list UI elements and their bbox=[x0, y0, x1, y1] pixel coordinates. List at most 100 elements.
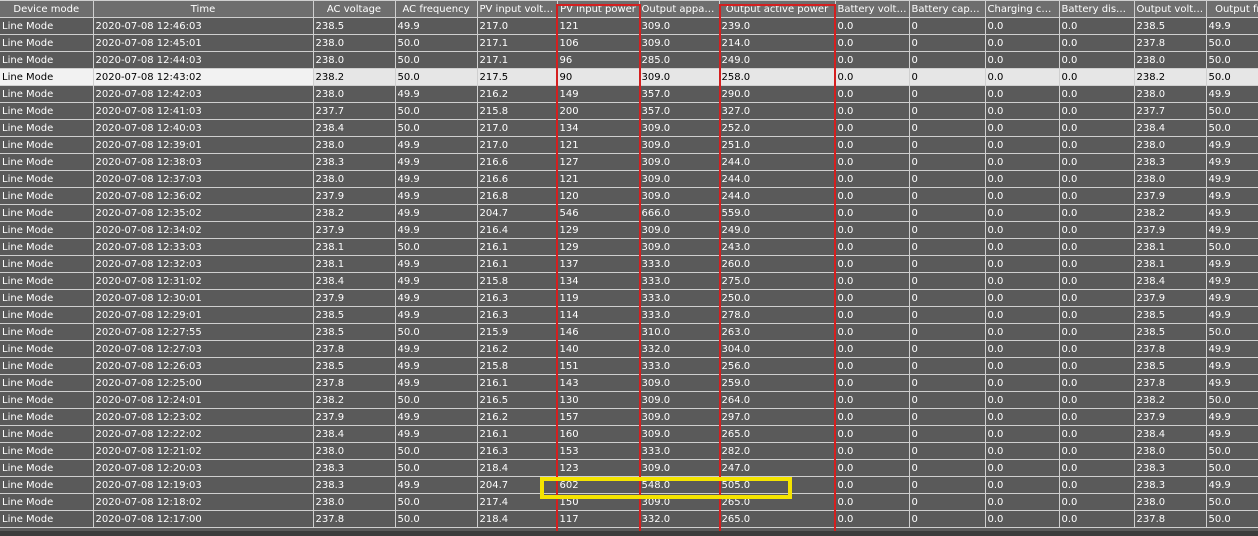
table-cell: 157 bbox=[557, 408, 640, 426]
table-row[interactable]: Line Mode 2020-07-08 12:27:03 237.8 49.9 216… bbox=[0, 340, 1258, 358]
table-row[interactable]: Line Mode 2020-07-08 12:19:03 238.3 49.9 204… bbox=[0, 476, 1258, 494]
table-row[interactable]: Line Mode 2020-07-08 12:27:55 238.5 50.0 215… bbox=[0, 323, 1258, 341]
table-cell: 49.9 bbox=[1206, 306, 1258, 324]
table-cell: 50.0 bbox=[395, 119, 478, 137]
table-row[interactable]: Line Mode 2020-07-08 12:29:01 238.5 49.9 216… bbox=[0, 306, 1258, 324]
table-row[interactable]: Line Mode 2020-07-08 12:18:02 238.0 50.0 217… bbox=[0, 493, 1258, 511]
table-cell: 214.0 bbox=[719, 34, 836, 52]
table-cell: 121 bbox=[557, 17, 640, 35]
column-header[interactable]: Output apparen... bbox=[639, 0, 720, 18]
table-cell: Line Mode bbox=[0, 391, 94, 409]
table-cell: Line Mode bbox=[0, 493, 94, 511]
table-cell: 0.0 bbox=[985, 340, 1060, 358]
column-header[interactable]: Device mode bbox=[0, 0, 94, 18]
table-cell: 2020-07-08 12:45:01 bbox=[93, 34, 314, 52]
table-cell: Line Mode bbox=[0, 476, 94, 494]
column-header[interactable]: Charging curr... bbox=[985, 0, 1060, 18]
table-cell: 332.0 bbox=[639, 510, 720, 528]
table-cell: 238.3 bbox=[1134, 153, 1207, 171]
table-row[interactable]: Line Mode 2020-07-08 12:41:03 237.7 50.0 215… bbox=[0, 102, 1258, 120]
table-row[interactable]: Line Mode 2020-07-08 12:32:03 238.1 49.9 216… bbox=[0, 255, 1258, 273]
column-header[interactable]: AC voltage bbox=[313, 0, 396, 18]
table-row[interactable]: Line Mode 2020-07-08 12:26:03 238.5 49.9 215… bbox=[0, 357, 1258, 375]
table-row[interactable]: Line Mode 2020-07-08 12:36:02 237.9 49.9 216… bbox=[0, 187, 1258, 205]
table-row[interactable]: Line Mode 2020-07-08 12:40:03 238.4 50.0 217… bbox=[0, 119, 1258, 137]
table-cell: 50.0 bbox=[395, 68, 478, 86]
table-cell: 49.9 bbox=[1206, 289, 1258, 307]
table-cell: 0.0 bbox=[835, 272, 910, 290]
table-cell: 49.9 bbox=[1206, 204, 1258, 222]
table-row[interactable]: Line Mode 2020-07-08 12:46:03 238.5 49.9 217… bbox=[0, 17, 1258, 35]
table-cell: 0.0 bbox=[835, 476, 910, 494]
table-cell: 0.0 bbox=[835, 323, 910, 341]
table-cell: 49.9 bbox=[395, 374, 478, 392]
table-cell: 0.0 bbox=[1059, 102, 1135, 120]
table-cell: 0 bbox=[909, 68, 986, 86]
table-cell: 204.7 bbox=[477, 204, 558, 222]
table-row[interactable]: Line Mode 2020-07-08 12:22:02 238.4 49.9 216… bbox=[0, 425, 1258, 443]
table-row[interactable]: Line Mode 2020-07-08 12:21:02 238.0 50.0 216… bbox=[0, 442, 1258, 460]
table-cell: 0.0 bbox=[835, 408, 910, 426]
table-cell: 238.5 bbox=[313, 306, 396, 324]
table-cell: 50.0 bbox=[1206, 51, 1258, 69]
column-header[interactable]: Battery discha... bbox=[1059, 0, 1135, 18]
table-row[interactable]: Line Mode 2020-07-08 12:37:03 238.0 49.9 216… bbox=[0, 170, 1258, 188]
table-cell: 143 bbox=[557, 374, 640, 392]
column-header[interactable]: Output active power bbox=[719, 0, 836, 18]
table-cell: 0.0 bbox=[1059, 136, 1135, 154]
table-cell: Line Mode bbox=[0, 68, 94, 86]
table-cell: Line Mode bbox=[0, 119, 94, 137]
table-cell: 238.1 bbox=[313, 255, 396, 273]
column-header[interactable]: PV input power bbox=[557, 0, 640, 18]
table-cell: 333.0 bbox=[639, 442, 720, 460]
table-row[interactable]: Line Mode 2020-07-08 12:30:01 237.9 49.9 216… bbox=[0, 289, 1258, 307]
table-row[interactable]: Line Mode 2020-07-08 12:33:03 238.1 50.0 216… bbox=[0, 238, 1258, 256]
table-cell: 50.0 bbox=[395, 102, 478, 120]
table-row[interactable]: Line Mode 2020-07-08 12:31:02 238.4 49.9 215… bbox=[0, 272, 1258, 290]
table-cell: 2020-07-08 12:22:02 bbox=[93, 425, 314, 443]
table-cell: 2020-07-08 12:17:00 bbox=[93, 510, 314, 528]
table-row[interactable]: Line Mode 2020-07-08 12:44:03 238.0 50.0 217… bbox=[0, 51, 1258, 69]
table-cell: 2020-07-08 12:40:03 bbox=[93, 119, 314, 137]
table-row[interactable]: Line Mode 2020-07-08 12:24:01 238.2 50.0 216… bbox=[0, 391, 1258, 409]
table-cell: 0.0 bbox=[835, 238, 910, 256]
table-cell: 0.0 bbox=[985, 204, 1060, 222]
table-cell: 238.0 bbox=[313, 170, 396, 188]
table-cell: 216.1 bbox=[477, 255, 558, 273]
table-cell: 2020-07-08 12:44:03 bbox=[93, 51, 314, 69]
table-row[interactable]: Line Mode 2020-07-08 12:34:02 237.9 49.9 216… bbox=[0, 221, 1258, 239]
table-cell: 238.0 bbox=[313, 136, 396, 154]
table-cell: 215.8 bbox=[477, 272, 558, 290]
table-cell: 2020-07-08 12:26:03 bbox=[93, 357, 314, 375]
table-row[interactable]: Line Mode 2020-07-08 12:17:00 237.8 50.0 218… bbox=[0, 510, 1258, 528]
table-cell: 0.0 bbox=[835, 136, 910, 154]
horizontal-scrollbar[interactable] bbox=[0, 531, 1258, 536]
table-cell: 0.0 bbox=[985, 306, 1060, 324]
column-header[interactable]: Battery capacity bbox=[909, 0, 986, 18]
column-header[interactable]: Output freq bbox=[1206, 0, 1258, 18]
table-cell: 0 bbox=[909, 204, 986, 222]
table-row[interactable]: Line Mode 2020-07-08 12:20:03 238.3 50.0 218… bbox=[0, 459, 1258, 477]
column-header[interactable]: Output voltage bbox=[1134, 0, 1207, 18]
table-row[interactable]: Line Mode 2020-07-08 12:23:02 237.9 49.9 216… bbox=[0, 408, 1258, 426]
column-header[interactable]: PV input voltage bbox=[477, 0, 558, 18]
table-row[interactable]: Line Mode 2020-07-08 12:43:02 238.2 50.0 217… bbox=[0, 68, 1258, 86]
table-cell: 50.0 bbox=[395, 459, 478, 477]
table-cell: 2020-07-08 12:33:03 bbox=[93, 238, 314, 256]
column-header[interactable]: Time bbox=[93, 0, 314, 18]
table-cell: 2020-07-08 12:35:02 bbox=[93, 204, 314, 222]
table-cell: 548.0 bbox=[639, 476, 720, 494]
column-header[interactable]: AC frequency bbox=[395, 0, 478, 18]
table-row[interactable]: Line Mode 2020-07-08 12:25:00 237.8 49.9 216… bbox=[0, 374, 1258, 392]
table-row[interactable]: Line Mode 2020-07-08 12:42:03 238.0 49.9 216… bbox=[0, 85, 1258, 103]
table-cell: 0.0 bbox=[835, 102, 910, 120]
column-header[interactable]: Battery voltage bbox=[835, 0, 910, 18]
table-cell: 0 bbox=[909, 493, 986, 511]
table-cell: 297.0 bbox=[719, 408, 836, 426]
table-cell: 238.5 bbox=[313, 17, 396, 35]
table-row[interactable]: Line Mode 2020-07-08 12:39:01 238.0 49.9 217… bbox=[0, 136, 1258, 154]
table-row[interactable]: Line Mode 2020-07-08 12:45:01 238.0 50.0 217… bbox=[0, 34, 1258, 52]
table-row[interactable]: Line Mode 2020-07-08 12:35:02 238.2 49.9 204… bbox=[0, 204, 1258, 222]
table-row[interactable]: Line Mode 2020-07-08 12:38:03 238.3 49.9 216… bbox=[0, 153, 1258, 171]
table-cell: 134 bbox=[557, 272, 640, 290]
